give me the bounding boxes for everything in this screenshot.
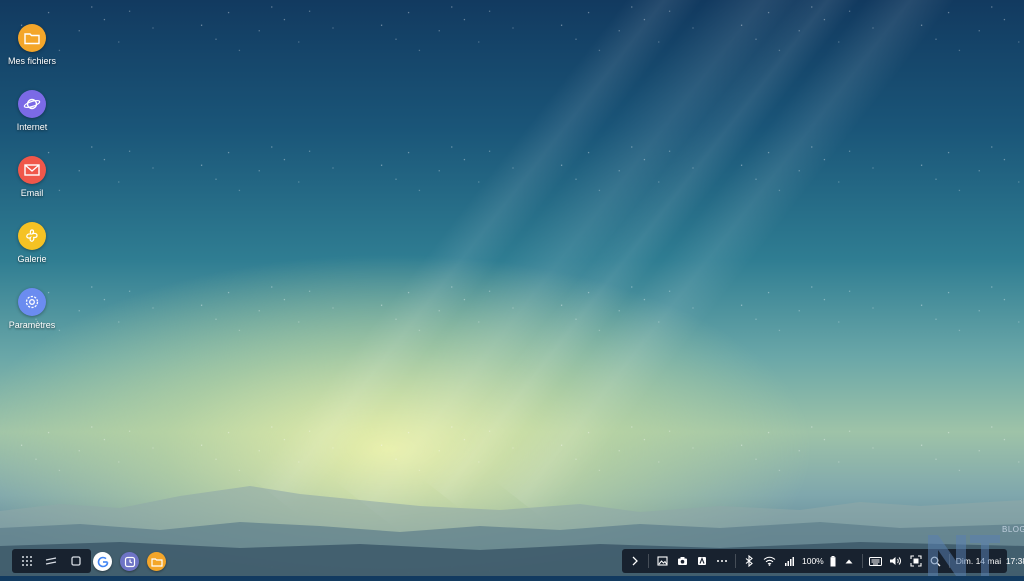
flower-icon [18, 222, 46, 250]
desktop-icon-label: Paramètres [8, 320, 56, 330]
desktop-icon-label: Mes fichiers [7, 56, 56, 66]
image-icon [656, 556, 668, 566]
wifi-status[interactable] [762, 554, 776, 568]
more-dots-icon [717, 560, 727, 562]
expand-tray-button[interactable] [628, 554, 642, 568]
signal-status[interactable] [782, 554, 796, 568]
battery-status[interactable] [830, 554, 836, 568]
screen-capture-icon [910, 555, 922, 567]
pinned-apps [93, 552, 166, 571]
desktop-icon-email[interactable]: Email [0, 156, 64, 198]
chevron-right-icon [632, 556, 638, 566]
desktop-icon-internet[interactable]: Internet [0, 90, 64, 132]
blog-watermark: BLOG [926, 521, 1024, 576]
recent-apps-icon [46, 557, 57, 565]
envelope-icon [18, 156, 46, 184]
apps-grid-button[interactable] [18, 552, 36, 570]
desktop-icon-label: Galerie [17, 254, 47, 264]
bluetooth-icon [745, 555, 753, 567]
desktop-icon-galerie[interactable]: Galerie [0, 222, 64, 264]
camera-notification[interactable] [675, 554, 689, 568]
google-app-button[interactable] [93, 552, 112, 571]
desktop-icon-label: Internet [16, 122, 48, 132]
home-button[interactable] [67, 552, 85, 570]
wifi-icon [763, 556, 775, 566]
desktop-icon-parametres[interactable]: Paramètres [0, 288, 64, 330]
gear-icon [18, 288, 46, 316]
google-icon [97, 556, 108, 567]
desktop-icon-label: Email [20, 188, 44, 198]
wallpaper-light-streak [422, 0, 930, 510]
battery-icon [830, 555, 836, 566]
battery-level: 100% [802, 556, 824, 566]
volume-button[interactable] [889, 554, 903, 568]
watermark-text: BLOG [1002, 525, 1024, 534]
planet-icon [18, 90, 46, 118]
more-notifications-button[interactable] [715, 554, 729, 568]
show-more-status-button[interactable] [842, 554, 856, 568]
apps-grid-icon [22, 556, 33, 566]
screenshot-button[interactable] [909, 554, 923, 568]
wallpaper-light-streak [252, 0, 768, 516]
recent-apps-button[interactable] [42, 552, 60, 570]
divider [648, 554, 649, 568]
clock-app-button[interactable] [120, 552, 139, 571]
taskbar-navigation [12, 549, 91, 573]
clock-icon [124, 556, 135, 567]
my-files-app-button[interactable] [147, 552, 166, 571]
home-icon [71, 556, 81, 566]
signal-bars-icon [784, 557, 794, 566]
app-badge-icon [698, 557, 706, 565]
wallpaper-light-streak [492, 0, 1016, 522]
app-notification[interactable] [695, 554, 709, 568]
desktop-icon-mes-fichiers[interactable]: Mes fichiers [0, 24, 64, 66]
keyboard-icon [869, 556, 883, 566]
gallery-notification[interactable] [655, 554, 669, 568]
speaker-icon [890, 557, 902, 565]
caret-up-icon [845, 559, 853, 563]
divider [735, 554, 736, 568]
camera-icon [677, 557, 687, 565]
folder-icon [18, 24, 46, 52]
divider [861, 554, 863, 568]
bluetooth-status[interactable] [742, 554, 756, 568]
wallpaper-light-streak [332, 0, 871, 535]
my-files-icon [150, 557, 163, 567]
keyboard-button[interactable] [869, 554, 883, 568]
